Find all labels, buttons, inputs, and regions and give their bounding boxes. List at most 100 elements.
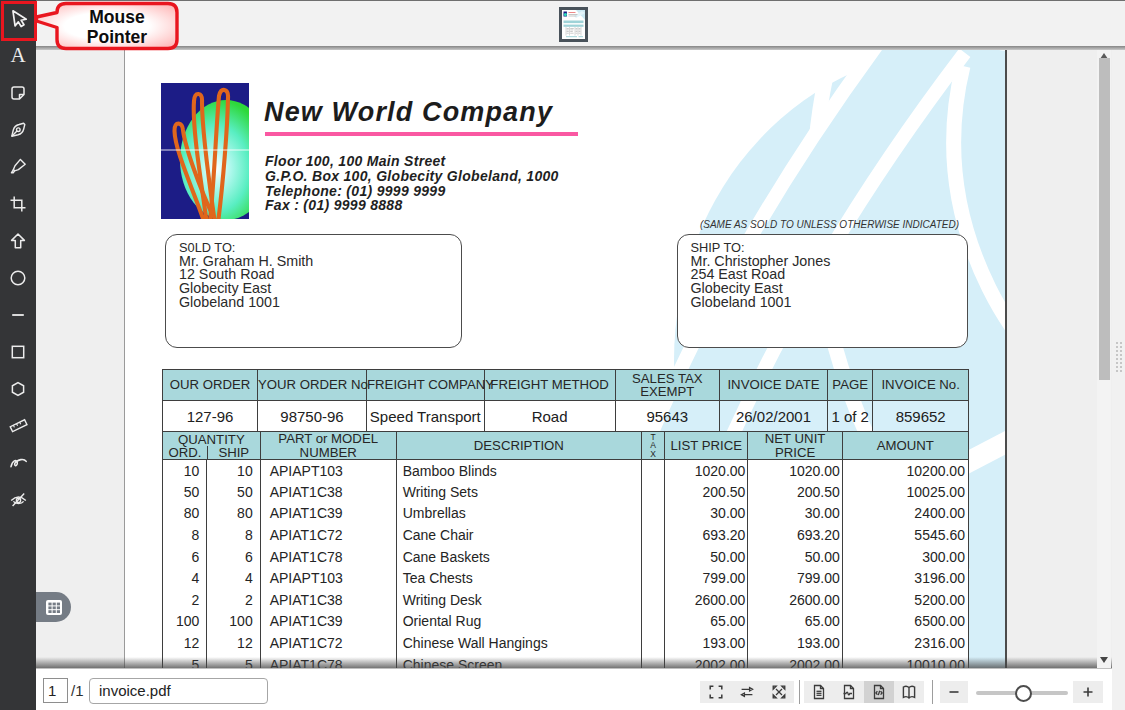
book-view-icon[interactable] <box>899 682 919 702</box>
arrow-up-icon <box>8 231 28 251</box>
line-item-row: 6 6 APIAT1C78 Cane Baskets 50.00 50.00 3… <box>163 546 969 568</box>
tool-polygon[interactable] <box>0 370 36 407</box>
order-info-header-cell: SALES TAX EXEMPT <box>615 370 719 401</box>
tax-header-cell: T A X <box>641 432 664 460</box>
item-list-price: 50.00 <box>664 546 747 568</box>
item-part: APIAT1C78 <box>260 546 396 568</box>
item-ord: 4 <box>163 567 207 589</box>
line-item-row: 8 8 APIAT1C72 Cane Chair 693.20 693.20 5… <box>163 524 969 546</box>
order-info-value-cell: Road <box>484 401 615 432</box>
item-ship: 80 <box>207 503 260 525</box>
quantity-header-cell: QUANTITY ORD.SHIP <box>163 432 261 460</box>
tool-crop[interactable] <box>0 185 36 222</box>
tool-line[interactable] <box>0 296 36 333</box>
company-logo <box>161 83 249 219</box>
item-ship: 8 <box>207 524 260 546</box>
line-items-header-row: QUANTITY ORD.SHIP PART or MODEL NUMBER D… <box>163 432 969 460</box>
pdf-page[interactable]: New World Company Floor 100, 100 Main St… <box>124 50 1007 668</box>
item-ord: 80 <box>163 503 207 525</box>
highlighter-icon <box>8 156 29 177</box>
item-list-price: 799.00 <box>664 567 747 589</box>
right-panel-splitter[interactable] <box>1112 46 1125 710</box>
polygon-icon <box>8 379 28 399</box>
zoom-slider-knob[interactable] <box>1015 685 1032 702</box>
splitter-grip-icon[interactable] <box>1115 341 1122 373</box>
order-info-value-cell: 1 of 2 <box>827 401 872 432</box>
order-info-value-cell: 98750-96 <box>258 401 367 432</box>
tool-freehand[interactable] <box>0 444 36 481</box>
item-ord: 100 <box>163 611 207 633</box>
item-net-price: 200.50 <box>748 481 842 503</box>
line-items-table: QUANTITY ORD.SHIP PART or MODEL NUMBER D… <box>162 431 969 668</box>
order-info-header-cell: YOUR ORDER No <box>258 370 367 401</box>
line-item-row: 100 100 APIAT1C39 Oriental Rug 65.00 65.… <box>163 611 969 633</box>
statusbar-separator <box>932 680 933 704</box>
item-ship: 12 <box>207 632 260 654</box>
item-part: APIAT1C38 <box>260 589 396 611</box>
callout-line1: Mouse <box>89 7 145 27</box>
tool-note[interactable] <box>0 74 36 111</box>
item-tax <box>641 524 664 546</box>
item-description: Umbrellas <box>396 503 641 525</box>
sold-to-address: Mr. Graham H. Smith 12 South Road Globec… <box>179 255 313 311</box>
item-part: APIAT1C39 <box>260 503 396 525</box>
tool-circle[interactable] <box>0 259 36 296</box>
fit-width-icon[interactable] <box>737 682 757 702</box>
item-ship: 10 <box>207 460 260 482</box>
fit-page-icon[interactable] <box>769 682 789 702</box>
item-amount: 2316.00 <box>842 632 968 654</box>
order-info-value-cell: 127-96 <box>163 401 258 432</box>
grid-panel-button[interactable] <box>36 592 71 622</box>
page-scroll-icon[interactable] <box>839 682 859 702</box>
fullscreen-icon[interactable] <box>706 682 726 702</box>
scroll-down-arrow-icon[interactable] <box>1100 657 1108 663</box>
order-info-value-cell: 26/02/2001 <box>719 401 827 432</box>
page-code-icon[interactable] <box>869 682 889 702</box>
zoom-out-button[interactable] <box>940 681 968 703</box>
item-net-price: 30.00 <box>748 503 842 525</box>
ship-to-address: Mr. Christopher Jones 254 East Road Glob… <box>691 255 831 311</box>
item-tax <box>641 546 664 568</box>
line-item-row: 12 12 APIAT1C72 Chinese Wall Hangings 19… <box>163 632 969 654</box>
topbar-separator <box>36 46 1125 50</box>
item-amount: 300.00 <box>842 546 968 568</box>
item-ord: 8 <box>163 524 207 546</box>
viewer-bottom-shadow <box>36 657 1112 668</box>
item-net-price: 2600.00 <box>748 589 842 611</box>
tool-arrow[interactable] <box>0 222 36 259</box>
item-ord: 6 <box>163 546 207 568</box>
vertical-scrollbar[interactable] <box>1097 50 1111 668</box>
title-underline <box>265 132 578 136</box>
page-thumbnail-preview <box>562 10 585 39</box>
line-item-row: 4 4 APIAPT103 Tea Chests 799.00 799.00 3… <box>163 567 969 589</box>
tool-hide-annotations[interactable] <box>0 481 36 518</box>
item-tax <box>641 567 664 589</box>
amount-header-cell: AMOUNT <box>842 432 968 460</box>
page-number-input[interactable] <box>43 678 68 703</box>
tool-ruler[interactable] <box>0 407 36 444</box>
tool-square[interactable] <box>0 333 36 370</box>
item-ord: 12 <box>163 632 207 654</box>
item-tax <box>641 632 664 654</box>
page-thumbnail[interactable] <box>559 7 588 42</box>
filename-input[interactable] <box>89 678 268 704</box>
company-address: Floor 100, 100 Main Street G.P.O. Box 10… <box>265 154 559 213</box>
item-description: Tea Chests <box>396 567 641 589</box>
line-item-row: 80 80 APIAT1C39 Umbrellas 30.00 30.00 24… <box>163 503 969 525</box>
zoom-in-button[interactable] <box>1073 681 1103 703</box>
scrollbar-thumb[interactable] <box>1099 58 1110 380</box>
item-description: Chinese Wall Hangings <box>396 632 641 654</box>
item-part: APIAT1C72 <box>260 524 396 546</box>
item-amount: 5200.00 <box>842 589 968 611</box>
callout-line2: Pointer <box>87 27 147 47</box>
item-part: APIAT1C72 <box>260 632 396 654</box>
item-ord: 2 <box>163 589 207 611</box>
item-amount: 5545.60 <box>842 524 968 546</box>
item-amount: 2400.00 <box>842 503 968 525</box>
order-info-table: OUR ORDERYOUR ORDER NoFREIGHT COMPANYFRE… <box>162 369 969 432</box>
single-page-icon[interactable] <box>809 682 829 702</box>
tool-highlighter[interactable] <box>0 148 36 185</box>
line-item-row: 10 10 APIAPT103 Bamboo Blinds 1020.00 10… <box>163 460 969 482</box>
item-ship: 2 <box>207 589 260 611</box>
tool-pen[interactable] <box>0 111 36 148</box>
